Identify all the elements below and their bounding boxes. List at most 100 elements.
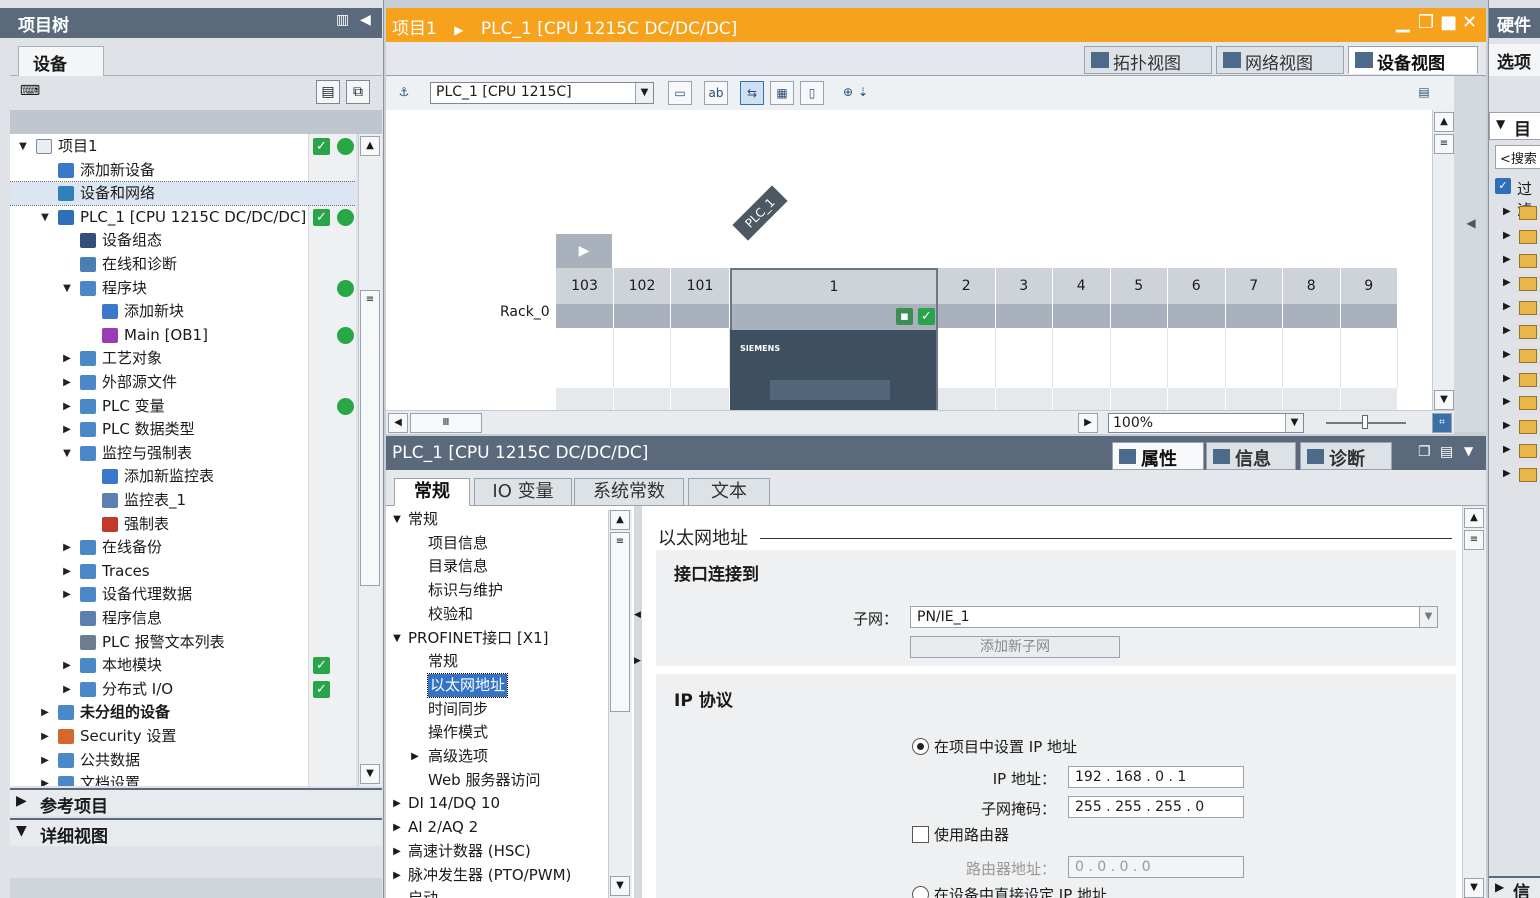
tree-item[interactable]: ▼ 项目1 ✓ — [10, 135, 356, 158]
tree-item[interactable]: 程序信息 — [10, 607, 356, 630]
tree-item[interactable]: 设备组态 — [10, 229, 356, 252]
expand-arrow-icon[interactable]: ▶ — [1503, 325, 1511, 336]
expand-arrow-icon[interactable]: ▶ — [38, 772, 52, 786]
expand-arrow-icon[interactable]: ▶ — [60, 678, 74, 701]
slot-header[interactable]: 3 — [995, 268, 1053, 304]
nav-item[interactable]: ▼ 常规 — [386, 508, 608, 531]
float-window-icon[interactable]: ❐ — [1418, 444, 1431, 460]
slot-header[interactable]: 6 — [1168, 268, 1226, 304]
nav-item[interactable]: 操作模式 — [386, 721, 608, 744]
expand-arrow-icon[interactable]: ▶ — [1503, 230, 1511, 241]
device-view-icon[interactable]: ⌨ — [18, 80, 42, 104]
collapse-arrow-icon[interactable]: ▼ — [390, 627, 404, 650]
tree-item[interactable]: ▶ 未分组的设备 — [10, 701, 356, 724]
cpu-module[interactable]: SIEMENS — [730, 330, 936, 410]
set-ip-in-project-radio[interactable] — [912, 738, 929, 755]
expand-arrow-icon[interactable]: ▶ — [390, 864, 404, 887]
name-label-icon[interactable]: ab — [704, 81, 728, 105]
page-break-icon[interactable]: ▯ — [800, 81, 824, 105]
tree-item[interactable]: ▶ 分布式 I/O ✓ — [10, 678, 356, 701]
collapse-arrow-icon[interactable]: ▼ — [16, 135, 30, 158]
catalog-folder[interactable]: ▶ — [1503, 416, 1540, 439]
reference-projects-section[interactable]: ▶ 参考项目 — [10, 788, 382, 817]
subtab-texts[interactable]: 文本 — [688, 478, 770, 506]
tree-item[interactable]: 强制表 — [10, 513, 356, 536]
tab-topology-view[interactable]: 拓扑视图 — [1084, 46, 1212, 74]
catalog-folder[interactable]: ▶ — [1503, 345, 1540, 368]
scroll-thumb[interactable]: ≡ — [360, 290, 380, 586]
fit-view-icon[interactable]: ⌗ — [1432, 413, 1452, 433]
tree-item[interactable]: 添加新设备 — [10, 159, 356, 182]
subnet-mask-field[interactable]: 255 . 255 . 255 . 0 — [1068, 796, 1244, 818]
slot-header[interactable]: 9 — [1340, 268, 1398, 304]
close-icon[interactable]: ✕ — [1462, 12, 1477, 33]
nav-item[interactable]: ▶ 脉冲发生器 (PTO/PWM) — [386, 864, 608, 887]
catalog-folder[interactable]: ▶ — [1503, 392, 1540, 415]
expand-arrow-icon[interactable]: ▶ — [1503, 301, 1511, 312]
expand-arrow-icon[interactable]: ▶ — [38, 701, 52, 724]
nav-item[interactable]: 时间同步 — [386, 698, 608, 721]
scroll-down-button[interactable]: ▼ — [360, 764, 380, 784]
tree-item[interactable]: ▶ PLC 变量 — [10, 395, 356, 418]
scroll-down-button[interactable]: ▼ — [1464, 878, 1484, 898]
scroll-down-button[interactable]: ▼ — [610, 876, 630, 896]
collapse-panel-icon[interactable]: ▼ — [1464, 444, 1473, 458]
tree-item[interactable]: ▼ 程序块 — [10, 277, 356, 300]
expand-arrow-icon[interactable]: ▶ — [1503, 444, 1511, 455]
tree-item[interactable]: ▼ PLC_1 [CPU 1215C DC/DC/DC] ✓ — [10, 206, 356, 229]
nav-item[interactable]: 常规 — [386, 650, 608, 673]
tree-scrollbar[interactable]: ▲ ≡ ▼ — [358, 134, 382, 786]
collapse-arrow-icon[interactable]: ▼ — [16, 823, 27, 839]
expand-arrow-icon[interactable]: ▶ — [1503, 277, 1511, 288]
chevron-down-icon[interactable]: ▼ — [1419, 607, 1437, 627]
subnet-select[interactable]: PN/IE_1 ▼ — [910, 606, 1438, 628]
slot-header[interactable]: 8 — [1283, 268, 1341, 304]
tree-item[interactable]: 在线和诊断 — [10, 253, 356, 276]
nav-item[interactable]: 标识与维护 — [386, 579, 608, 602]
tab-info[interactable]: 信息 — [1206, 442, 1296, 470]
scroll-thumb[interactable]: ≡ — [1434, 134, 1454, 154]
device-canvas[interactable]: PLC_1 ▶ Rack_0 103 102 101 1 ▪ ✓ SIEMENS… — [386, 110, 1432, 410]
expand-arrow-icon[interactable]: ▶ — [390, 840, 404, 863]
scroll-right-button[interactable]: ▶ — [1078, 413, 1098, 433]
expand-arrow-icon[interactable]: ▶ — [390, 816, 404, 839]
expand-arrow-icon[interactable]: ▶ — [60, 347, 74, 370]
slot-header[interactable]: 4 — [1053, 268, 1111, 304]
rack-expand-button[interactable]: ▶ — [556, 234, 612, 268]
expand-arrow-icon[interactable]: ▶ — [1503, 206, 1511, 217]
overview-icon[interactable]: ▤ — [316, 80, 340, 104]
info-section[interactable]: ▶ 信 — [1489, 876, 1540, 898]
expand-arrow-icon[interactable]: ▶ — [60, 560, 74, 583]
collapse-arrow-icon[interactable]: ▼ — [38, 206, 52, 229]
scroll-up-button[interactable]: ▲ — [610, 510, 630, 530]
scroll-up-button[interactable]: ▲ — [360, 136, 380, 156]
tree-item[interactable]: ▶ 外部源文件 — [10, 371, 356, 394]
nav-item[interactable]: Web 服务器访问 — [386, 769, 608, 792]
show-module-icon[interactable]: ▭ — [668, 81, 692, 105]
splitter-left-icon[interactable]: ◀ — [634, 610, 641, 620]
scroll-left-button[interactable]: ◀ — [388, 413, 408, 433]
scroll-thumb[interactable]: ≡ — [1464, 530, 1484, 550]
nav-item[interactable]: 校验和 — [386, 603, 608, 626]
expand-arrow-icon[interactable]: ▶ — [1503, 468, 1511, 479]
catalog-folder[interactable]: ▶ — [1503, 250, 1540, 273]
expand-arrow-icon[interactable]: ▶ — [1495, 880, 1504, 894]
slot-header[interactable]: 2 — [938, 268, 996, 304]
expand-arrow-icon[interactable]: ▶ — [60, 395, 74, 418]
scroll-up-button[interactable]: ▲ — [1464, 508, 1484, 528]
tree-item[interactable]: Main [OB1] — [10, 324, 356, 347]
tab-diagnostics[interactable]: 诊断 — [1300, 442, 1392, 470]
tree-item[interactable]: 监控表_1 — [10, 489, 356, 512]
ip-address-field[interactable]: 192 . 168 . 0 . 1 — [1068, 766, 1244, 788]
nav-item[interactable]: 以太网地址 — [386, 672, 608, 698]
expand-arrow-icon[interactable]: ▶ — [38, 749, 52, 772]
tab-devices[interactable]: 设备 — [18, 46, 104, 76]
tab-network-view[interactable]: 网络视图 — [1216, 46, 1344, 74]
breadcrumb-device[interactable]: PLC_1 [CPU 1215C DC/DC/DC] — [481, 19, 737, 39]
expand-arrow-icon[interactable]: ▶ — [60, 583, 74, 606]
add-subnet-button[interactable]: 添加新子网 — [910, 636, 1120, 658]
expand-arrow-icon[interactable]: ▶ — [60, 371, 74, 394]
expand-arrow-icon[interactable]: ▶ — [60, 536, 74, 559]
subtab-general[interactable]: 常规 — [394, 478, 470, 506]
expand-arrow-icon[interactable]: ▶ — [60, 654, 74, 677]
